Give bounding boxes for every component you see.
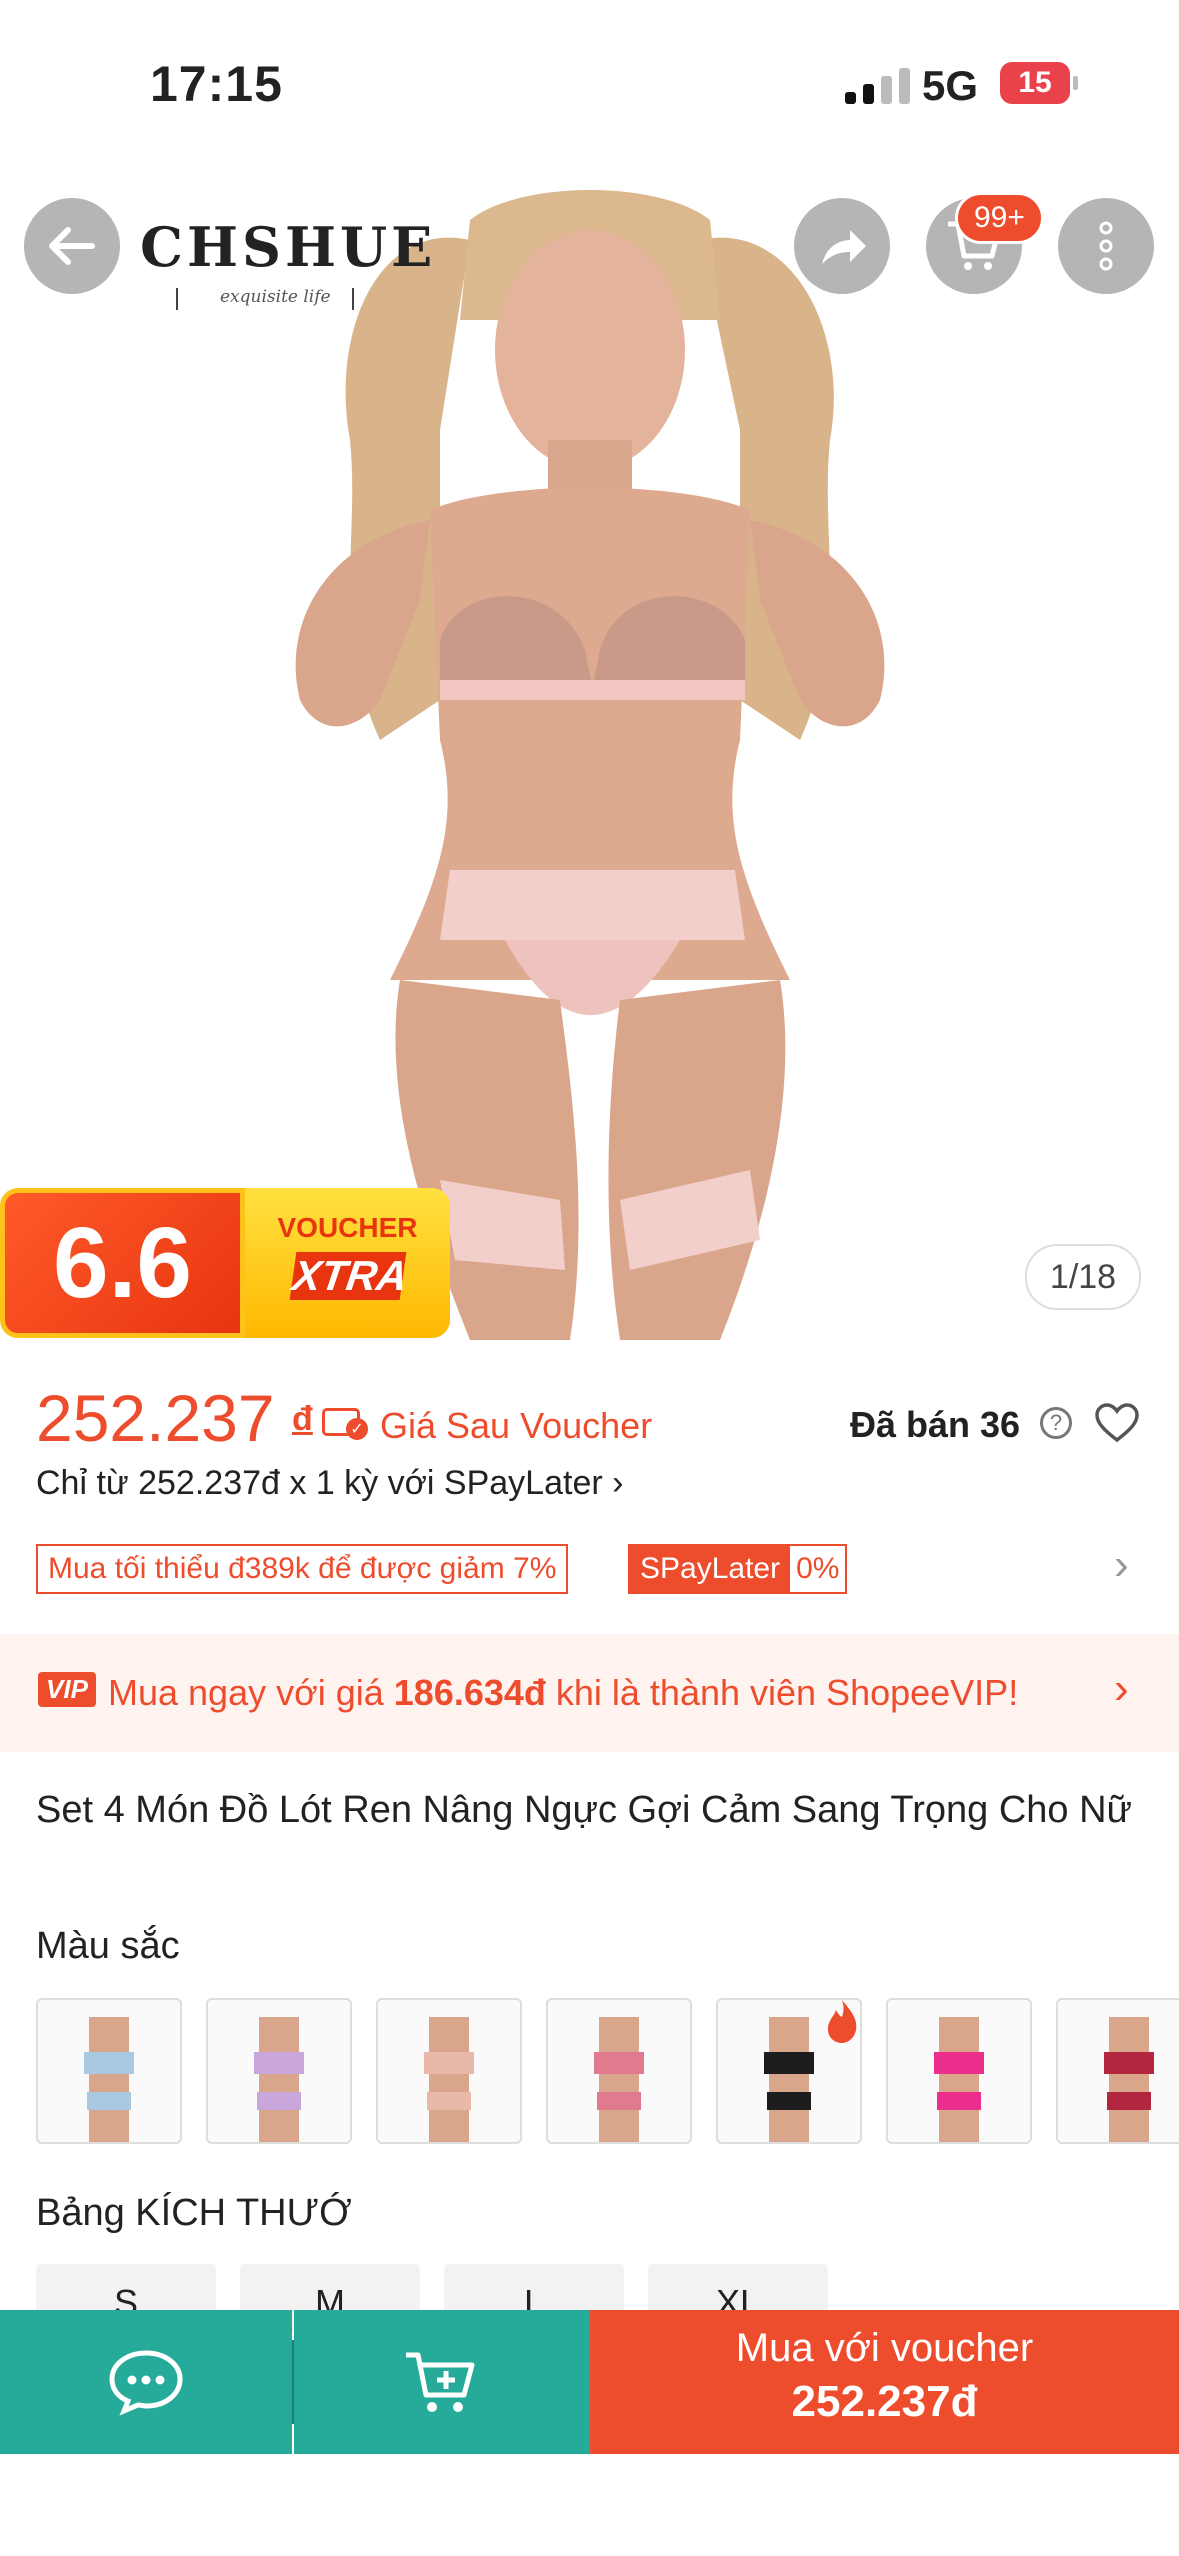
battery-tip [1073, 76, 1078, 90]
vip-text-post: khi là thành viên ShopeeVIP! [545, 1672, 1019, 1713]
vip-price: 186.634đ [393, 1672, 546, 1713]
battery-icon: 15 [1000, 62, 1070, 104]
sold-count: Đã bán 36 [850, 1404, 1021, 1445]
product-image[interactable] [0, 180, 1179, 1340]
voucher-label: VOUCHER [277, 1212, 418, 1243]
variant-thumbnail [594, 2017, 644, 2142]
promo-number: 6.6 [52, 1206, 192, 1319]
min-order-discount-tag: Mua tối thiểu đ389k để được giảm 7% [36, 1544, 569, 1594]
back-button[interactable] [24, 198, 120, 294]
after-voucher-label: Giá Sau Voucher [380, 1405, 653, 1446]
chat-button[interactable] [0, 2310, 292, 2454]
divider [176, 288, 178, 310]
favorite-button[interactable] [1094, 1402, 1140, 1449]
color-option-black[interactable] [716, 1998, 862, 2144]
color-option-lavender[interactable] [206, 1998, 352, 2144]
divider [352, 288, 354, 310]
heart-icon [1095, 1403, 1139, 1443]
shop-brand-logo: CHSHUE [140, 215, 437, 279]
brand-tagline: exquisite life [220, 287, 331, 307]
help-icon[interactable]: ? [1040, 1407, 1072, 1439]
variant-thumbnail [254, 2017, 304, 2142]
spaylater-tag: SPayLater 0% [628, 1544, 848, 1594]
chat-icon [109, 2350, 183, 2416]
add-to-cart-icon [406, 2352, 475, 2412]
spaylater-tag-label: SPayLater [630, 1546, 791, 1592]
spaylater-tag-rate: 0% [796, 1552, 840, 1585]
bottom-action-bar: Mua với voucher 252.237đ [0, 2310, 1179, 2454]
more-vertical-icon [1099, 221, 1113, 271]
vip-text-pre: Mua ngay với giá [108, 1672, 394, 1713]
cart-count-badge: 99+ [955, 192, 1044, 244]
flame-icon [827, 2000, 857, 2043]
share-button[interactable] [794, 198, 890, 294]
arrow-left-icon [49, 227, 95, 265]
variant-thumbnail [424, 2017, 474, 2142]
color-option-hot-pink[interactable] [886, 1998, 1032, 2144]
product-photo [295, 190, 885, 1340]
variant-thumbnail [1104, 2017, 1154, 2142]
price: 252.237 [36, 1381, 275, 1455]
image-counter: 1/18 [1025, 1244, 1141, 1310]
color-option-light-blue[interactable] [36, 1998, 182, 2144]
color-option-wine-red[interactable] [1056, 1998, 1179, 2144]
add-to-cart-button[interactable] [294, 2310, 590, 2454]
color-option-pink-multi[interactable] [546, 1998, 692, 2144]
chevron-right-icon[interactable]: › [1114, 1664, 1129, 1714]
home-indicator-area [0, 2454, 1179, 2556]
signal-icon [845, 68, 910, 104]
voucher-xtra-badge: VOUCHER XTRA [245, 1188, 450, 1338]
vip-text: Mua ngay với giá 186.634đ khi là thành v… [108, 1672, 1018, 1714]
status-time: 17:15 [150, 56, 283, 112]
network-type: 5G [922, 62, 979, 109]
variant-thumbnail [934, 2017, 984, 2142]
vip-badge: VIP [38, 1672, 96, 1707]
chevron-right-icon[interactable]: › [1114, 1540, 1129, 1590]
product-title: Set 4 Món Đồ Lót Ren Nâng Ngực Gợi Cảm S… [36, 1789, 1132, 1831]
more-button[interactable] [1058, 198, 1154, 294]
xtra-label: XTRA [289, 1252, 411, 1300]
battery-level: 15 [1018, 66, 1052, 99]
variant-thumbnail [84, 2017, 134, 2142]
buy-price: 252.237đ [791, 2377, 978, 2426]
buy-label: Mua với voucher [735, 2326, 1034, 2370]
color-options [36, 1998, 1179, 2144]
share-icon [822, 230, 866, 264]
check-icon: ✓ [346, 1418, 368, 1440]
promo-66-badge: 6.6 [0, 1188, 245, 1338]
buy-with-voucher-button[interactable]: Mua với voucher 252.237đ [590, 2310, 1179, 2454]
size-section-label: Bảng KÍCH THƯỚ [36, 2192, 352, 2234]
color-section-label: Màu sắc [36, 1925, 180, 1967]
color-option-nude-pink[interactable] [376, 1998, 522, 2144]
spaylater-installment-link[interactable]: Chỉ từ 252.237đ x 1 kỳ với SPayLater › [36, 1464, 623, 1503]
price-currency: đ [292, 1400, 313, 1438]
